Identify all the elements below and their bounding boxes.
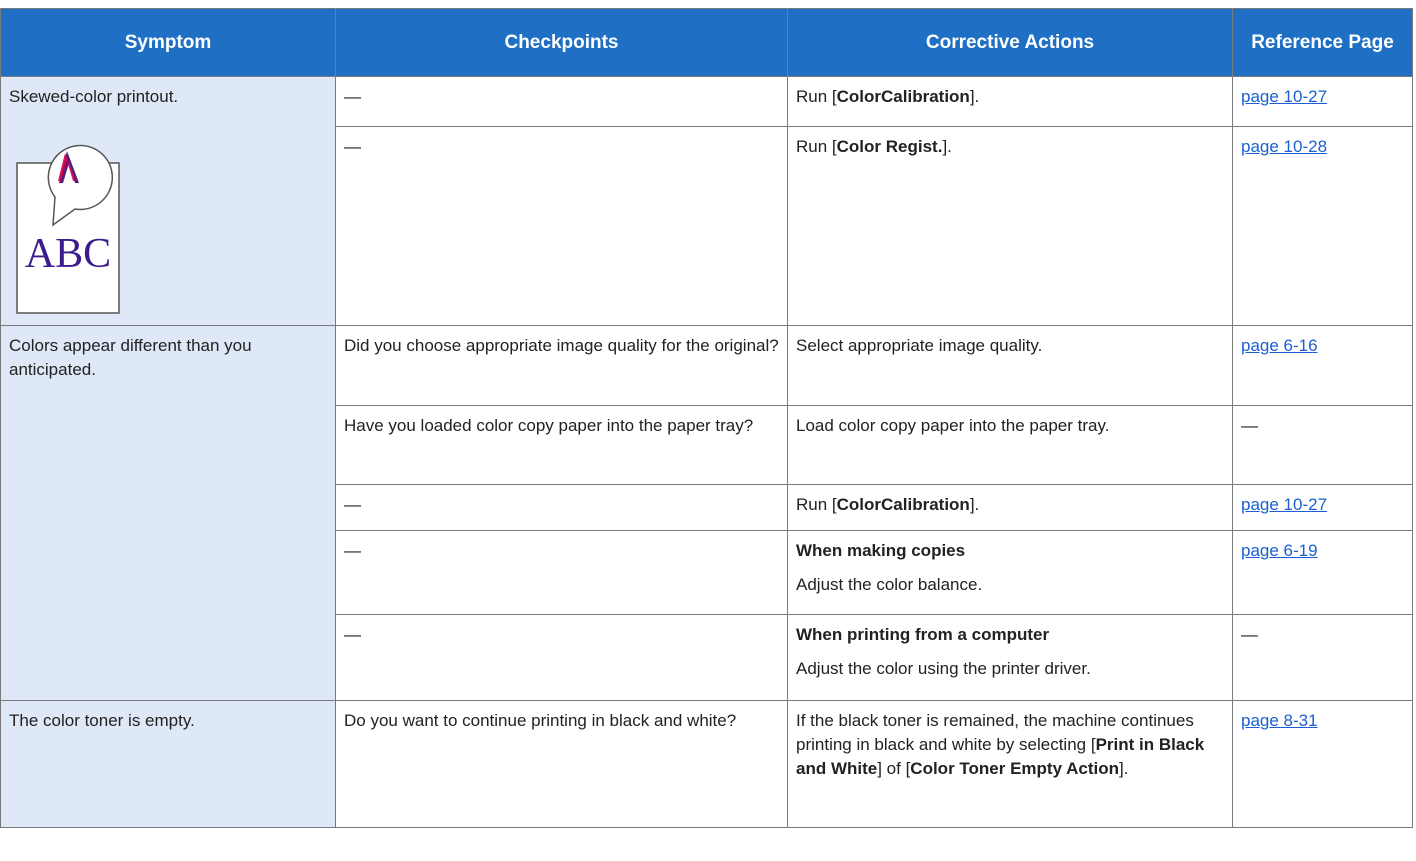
header-corrective-actions: Corrective Actions xyxy=(787,8,1233,77)
checkpoint-cell: Have you loaded color copy paper into th… xyxy=(335,405,788,485)
header-reference-page: Reference Page xyxy=(1232,8,1413,77)
reference-cell: page 6-16 xyxy=(1232,325,1413,406)
checkpoint-cell: Did you choose appropriate image quality… xyxy=(335,325,788,406)
action-cell: Run [Color Regist.]. xyxy=(787,126,1233,326)
action-cell: Run [ColorCalibration]. xyxy=(787,75,1233,128)
action-cell: Run [ColorCalibration]. xyxy=(787,484,1233,531)
checkpoint-cell: — xyxy=(335,484,788,531)
header-symptom: Symptom xyxy=(0,8,336,77)
table-row: The color toner is empty. Do you want to… xyxy=(0,700,1413,828)
reference-link[interactable]: page 10-27 xyxy=(1241,87,1327,106)
reference-link[interactable]: page 6-16 xyxy=(1241,336,1318,355)
reference-link[interactable]: page 8-31 xyxy=(1241,711,1318,730)
action-cell: When making copies Adjust the color balan… xyxy=(787,530,1233,615)
symptom-cell: Skewed-color printout. ABC xyxy=(0,76,336,326)
reference-cell: page 8-31 xyxy=(1232,700,1413,828)
symptom-cell: Colors appear different than you anticip… xyxy=(0,325,336,701)
symptom-text: Skewed-color printout. xyxy=(9,87,179,106)
action-cell: Load color copy paper into the paper tra… xyxy=(787,405,1233,485)
reference-cell: — xyxy=(1232,614,1413,701)
table-row: Skewed-color printout. ABC — Run [ColorC… xyxy=(0,75,1413,326)
troubleshooting-table: Symptom Checkpoints Corrective Actions R… xyxy=(0,8,1413,828)
reference-cell: page 10-27 xyxy=(1232,75,1413,128)
reference-link[interactable]: page 10-27 xyxy=(1241,495,1327,514)
header-checkpoints: Checkpoints xyxy=(335,8,788,77)
reference-cell: — xyxy=(1232,405,1413,485)
skewed-color-illustration: ABC xyxy=(16,144,120,314)
checkpoint-cell: — xyxy=(335,75,788,128)
reference-link[interactable]: page 6-19 xyxy=(1241,541,1318,560)
action-cell: Select appropriate image quality. xyxy=(787,325,1233,406)
symptom-cell: The color toner is empty. xyxy=(0,700,336,828)
header-row: Symptom Checkpoints Corrective Actions R… xyxy=(0,8,1413,77)
action-cell: If the black toner is remained, the mach… xyxy=(787,700,1233,828)
action-cell: When printing from a computer Adjust the … xyxy=(787,614,1233,701)
reference-cell: page 10-28 xyxy=(1232,126,1413,326)
table-row: Colors appear different than you anticip… xyxy=(0,325,1413,701)
reference-cell: page 6-19 xyxy=(1232,530,1413,615)
svg-text:ABC: ABC xyxy=(25,231,111,277)
checkpoint-cell: — xyxy=(335,530,788,615)
reference-link[interactable]: page 10-28 xyxy=(1241,137,1327,156)
checkpoint-cell: — xyxy=(335,614,788,701)
reference-cell: page 10-27 xyxy=(1232,484,1413,531)
checkpoint-cell: Do you want to continue printing in blac… xyxy=(335,700,788,828)
checkpoint-cell: — xyxy=(335,126,788,326)
